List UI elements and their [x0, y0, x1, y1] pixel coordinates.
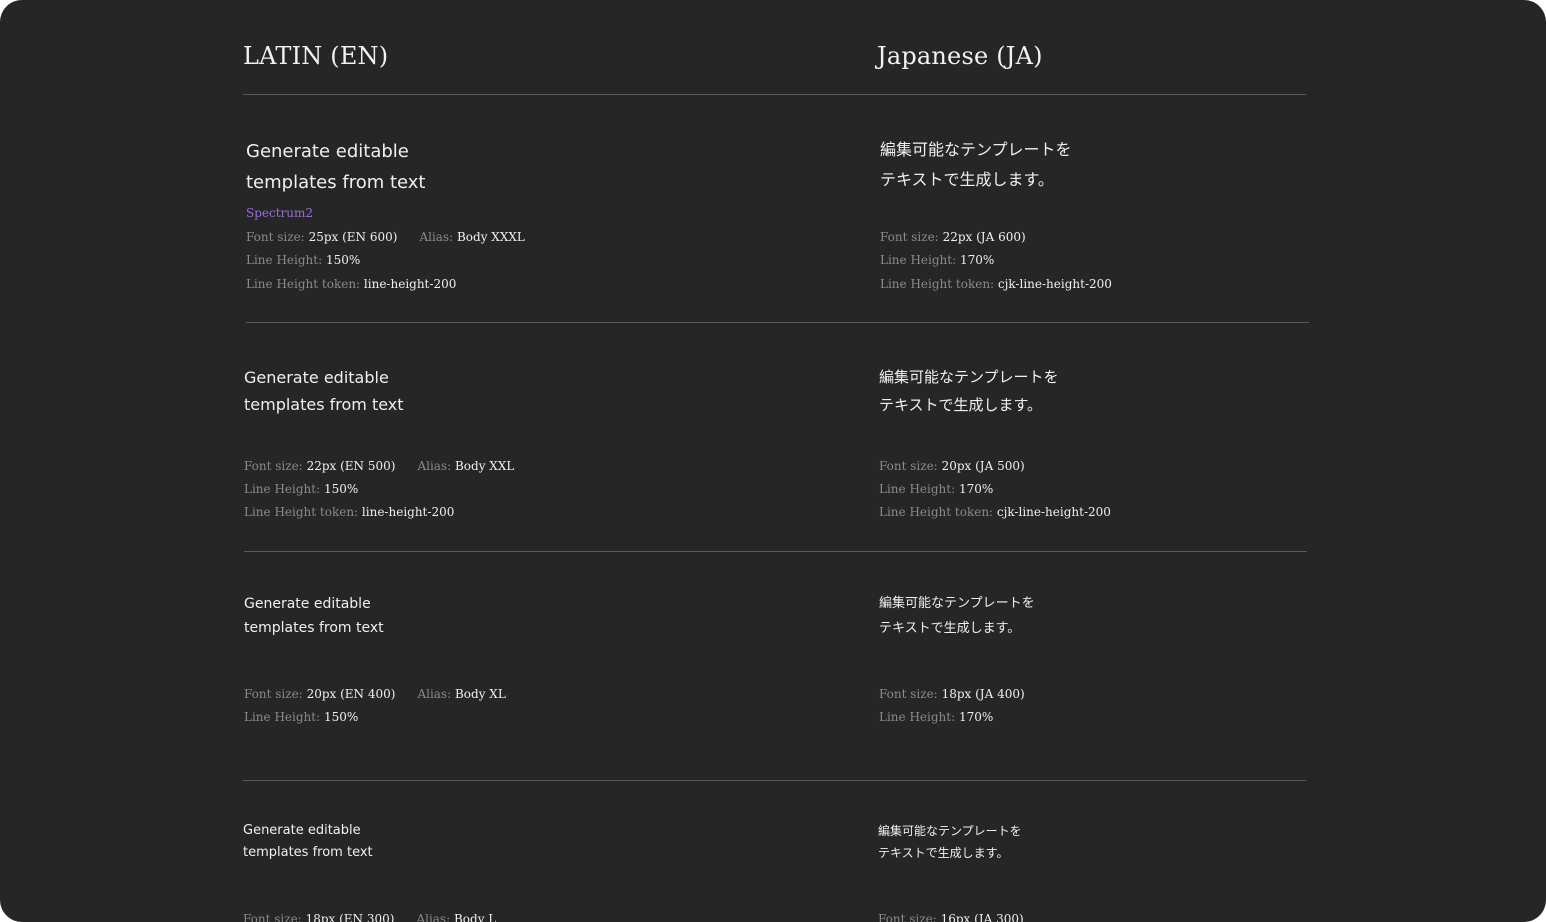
header-divider [243, 94, 1306, 95]
ja-sample-400: 編集可能なテンプレートを テキストで生成します。 [879, 591, 1035, 641]
en-600-line-height: Line Height: 150% [246, 253, 361, 267]
ja-sample-600: 編集可能なテンプレートを テキストで生成します。 [880, 135, 1072, 195]
en-600-font-size: Font size: 25px (EN 600) Alias: Body XXXL [246, 230, 525, 244]
en-sample-line-2: templates from text [244, 620, 384, 636]
ja-sample-line-1: 編集可能なテンプレートを [880, 140, 1072, 159]
japanese-column-header: Japanese (JA) [877, 42, 1043, 70]
latin-column-header: LATIN (EN) [243, 42, 389, 70]
en-400-line-height: Line Height: 150% [244, 710, 359, 724]
ja-sample-line-2: テキストで生成します。 [879, 621, 1021, 636]
ja-500-font-size: Font size: 20px (JA 500) [879, 459, 1025, 473]
en-sample-300: Generate editable templates from text [243, 820, 373, 864]
ja-sample-line-2: テキストで生成します。 [879, 396, 1043, 414]
en-500-font-size: Font size: 22px (EN 500) Alias: Body XXL [244, 459, 515, 473]
row-divider [243, 780, 1306, 781]
en-sample-line-1: Generate editable [246, 141, 409, 162]
en-sample-500: Generate editable templates from text [244, 364, 404, 418]
en-600-line-height-token: Line Height token: line-height-200 [246, 277, 457, 291]
ja-sample-line-1: 編集可能なテンプレートを [879, 368, 1059, 386]
en-sample-400: Generate editable templates from text [244, 592, 384, 640]
en-sample-line-2: templates from text [243, 845, 373, 860]
en-sample-line-2: templates from text [244, 395, 404, 414]
ja-400-font-size: Font size: 18px (JA 400) [879, 687, 1025, 701]
type-spec-canvas: LATIN (EN) Japanese (JA) Generate editab… [0, 0, 1546, 922]
row-divider [244, 551, 1307, 552]
en-sample-line-1: Generate editable [244, 368, 389, 387]
en-400-font-size: Font size: 20px (EN 400) Alias: Body XL [244, 687, 506, 701]
en-500-line-height-token: Line Height token: line-height-200 [244, 505, 455, 519]
en-sample-line-1: Generate editable [244, 596, 371, 612]
ja-600-font-size: Font size: 22px (JA 600) [880, 230, 1026, 244]
en-500-line-height: Line Height: 150% [244, 482, 359, 496]
en-sample-line-1: Generate editable [243, 823, 361, 838]
en-sample-600: Generate editable templates from text [246, 136, 426, 198]
spectrum2-badge: Spectrum2 [246, 206, 314, 220]
ja-400-line-height: Line Height: 170% [879, 710, 994, 724]
en-sample-line-2: templates from text [246, 172, 426, 193]
ja-600-line-height: Line Height: 170% [880, 253, 995, 267]
row-divider [246, 322, 1309, 323]
ja-sample-300: 編集可能なテンプレートを テキストで生成します。 [878, 820, 1022, 864]
ja-600-line-height-token: Line Height token: cjk-line-height-200 [880, 277, 1112, 291]
ja-sample-line-2: テキストで生成します。 [878, 846, 1009, 860]
ja-sample-line-2: テキストで生成します。 [880, 170, 1054, 189]
ja-500-line-height-token: Line Height token: cjk-line-height-200 [879, 505, 1111, 519]
ja-sample-line-1: 編集可能なテンプレートを [878, 824, 1022, 838]
ja-500-line-height: Line Height: 170% [879, 482, 994, 496]
ja-sample-500: 編集可能なテンプレートを テキストで生成します。 [879, 363, 1059, 419]
ja-300-font-size: Font size: 16px (JA 300) [878, 912, 1024, 922]
ja-sample-line-1: 編集可能なテンプレートを [879, 596, 1035, 611]
en-300-font-size: Font size: 18px (EN 300) Alias: Body L [243, 912, 497, 922]
